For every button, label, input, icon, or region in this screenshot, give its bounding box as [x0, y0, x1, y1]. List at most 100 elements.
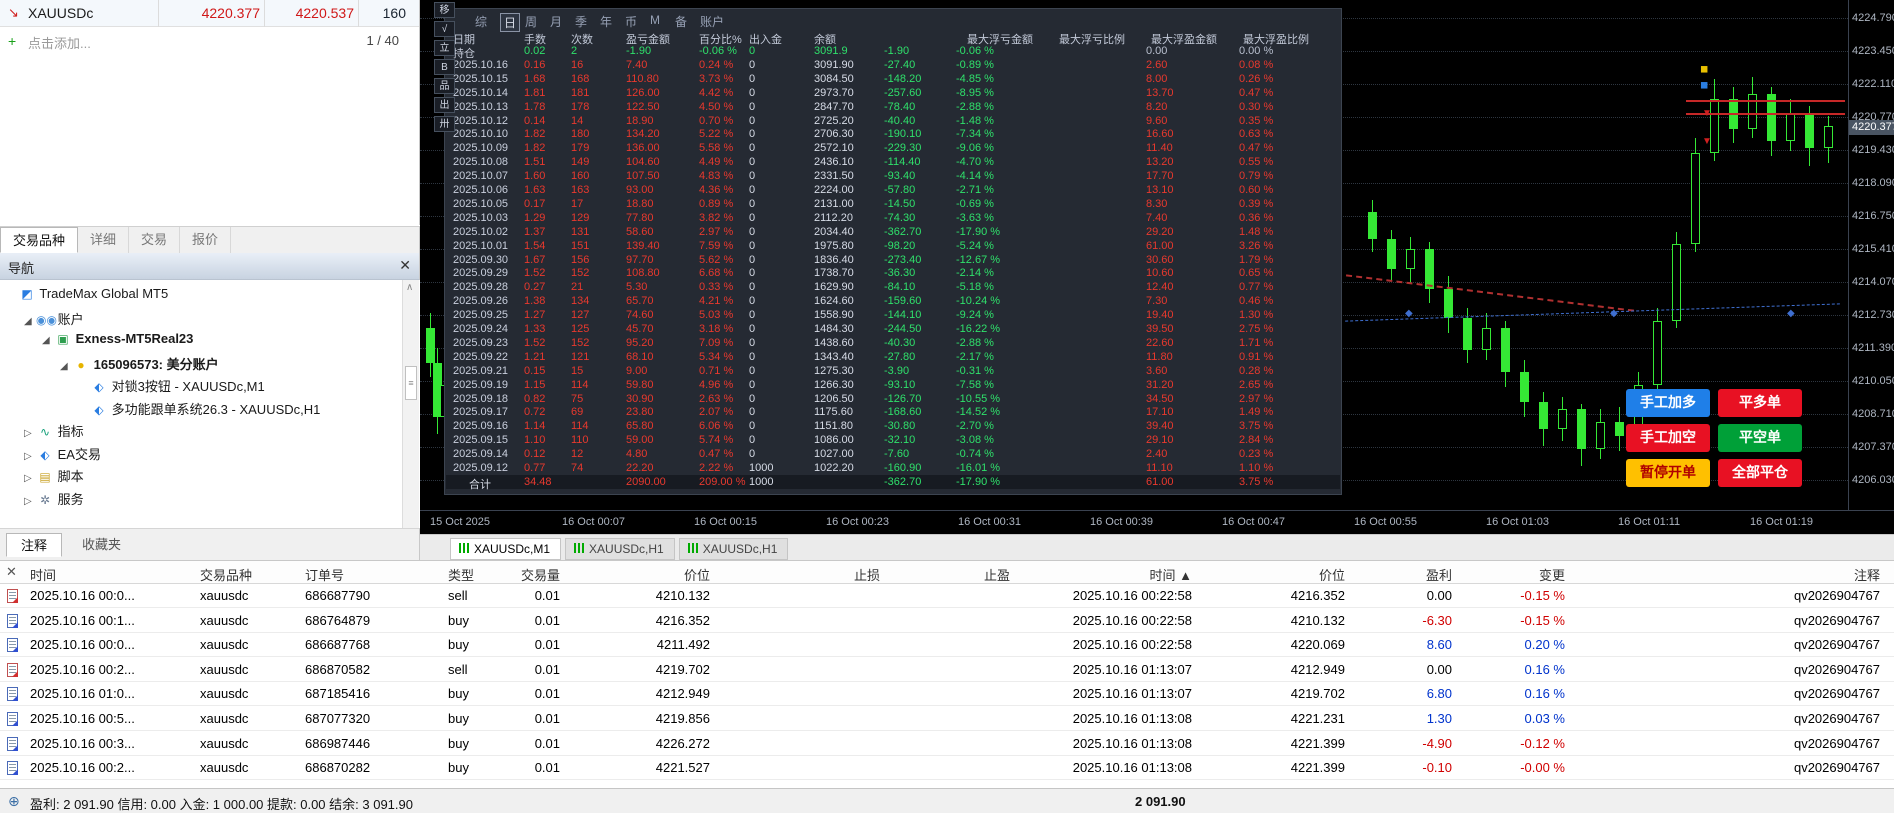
stats-cell: -32.10 [884, 434, 915, 446]
market-watch-row[interactable]: ↘ XAUUSDc 4220.377 4220.537 160 [0, 0, 419, 27]
nav-tab-交易[interactable]: 交易 [129, 227, 180, 253]
tree-expander-icon[interactable]: ▷ [24, 473, 36, 484]
trade-button-暂停开单[interactable]: 暂停开单 [1626, 459, 1710, 487]
navigator-scrollbar[interactable]: ∧ ≡ [402, 280, 419, 528]
order-row[interactable]: 2025.10.16 00:1...xauusdc686764879buy0.0… [0, 609, 1894, 633]
stats-cell: 1.54 [524, 240, 545, 252]
order-cell: 0.16 % [1395, 686, 1565, 701]
stats-cell: 2.60 [1146, 59, 1167, 71]
stats-tab-季[interactable]: 季 [575, 13, 587, 30]
tree-item[interactable]: ▷✲ 服务 [24, 489, 84, 511]
tree-item[interactable]: ▷▤ 脚本 [24, 466, 84, 488]
order-cell: qv2026904767 [1710, 613, 1880, 628]
trade-button-平空单[interactable]: 平空单 [1718, 424, 1802, 452]
chart-tool-button[interactable]: 卅 [434, 116, 455, 132]
close-icon[interactable]: ✕ [399, 257, 411, 274]
order-row[interactable]: 2025.10.16 01:0...xauusdc687185416buy0.0… [0, 682, 1894, 706]
trade-button-手工加多[interactable]: 手工加多 [1626, 389, 1710, 417]
tree-item[interactable]: ⬖ 对锁3按钮 - XAUUSDc,M1 [78, 376, 265, 398]
stats-cell: 0.70 % [699, 115, 733, 127]
tree-item[interactable]: ⬖ 多功能跟单系统26.3 - XAUUSDc,H1 [78, 399, 320, 421]
stats-tab-日[interactable]: 日 [500, 13, 520, 32]
orders-column-header[interactable]: 交易品种 [200, 565, 252, 584]
tree-item[interactable]: ◢● 165096573: 美分账户 [60, 354, 219, 376]
stats-cell: -0.89 % [956, 59, 994, 71]
service-icon: ✲ [36, 493, 54, 507]
orders-column-header[interactable]: 注释 [1720, 565, 1880, 584]
chart-area[interactable]: ◆◆◆◼◼▼▼ 综日周月季年币M备账户日期手数次数盈亏金额百分比%出入金余额最大… [420, 0, 1894, 560]
tree-expander-icon[interactable]: ▷ [24, 428, 36, 439]
order-cell: 2025.10.16 00:2... [30, 760, 135, 775]
stats-tab-年[interactable]: 年 [600, 13, 612, 30]
orders-column-header[interactable]: 时间 ▲ [1032, 565, 1192, 584]
tree-item[interactable]: ◩ TradeMax Global MT5 [6, 286, 168, 308]
chart-tool-button[interactable]: √ [434, 21, 455, 37]
bottom-tab-注释[interactable]: 注释 [6, 533, 62, 557]
stats-cell: 0 [749, 420, 755, 432]
stats-tab-备[interactable]: 备 [675, 13, 687, 30]
close-icon[interactable]: ✕ [6, 564, 17, 580]
scroll-thumb[interactable]: ≡ [405, 366, 417, 400]
tree-expander-icon[interactable]: ▷ [24, 451, 36, 462]
tree-item[interactable]: ◢▣ Exness-MT5Real23 [42, 331, 193, 353]
tree-expander-icon[interactable]: ◢ [42, 335, 54, 346]
scroll-up-icon[interactable]: ∧ [406, 282, 413, 293]
orders-column-header[interactable]: 止盈 [850, 565, 1010, 584]
stats-cell: 0.77 [524, 462, 545, 474]
order-row[interactable]: 2025.10.16 00:2...xauusdc686870582sell0.… [0, 658, 1894, 682]
stats-tab-账户[interactable]: 账户 [700, 13, 724, 30]
chart-tab-XAUUSDc,H1[interactable]: XAUUSDc,H1 [565, 538, 675, 560]
stats-tab-币[interactable]: 币 [625, 13, 637, 30]
tree-item[interactable]: ◢◉◉ 账户 [24, 309, 84, 331]
add-symbol-row[interactable]: 点击添加... [28, 33, 91, 52]
orders-column-header[interactable]: 交易量 [400, 565, 560, 584]
orders-column-header[interactable]: 订单号 [305, 565, 344, 584]
chart-tool-button[interactable]: 立 [434, 40, 455, 56]
order-sell-icon [7, 589, 18, 603]
price-axis-label: 4212.730 [1852, 309, 1894, 321]
order-cell: 686987446 [305, 736, 370, 751]
chart-tool-button[interactable]: 出 [434, 97, 455, 113]
orders-column-header[interactable]: 价位 [550, 565, 710, 584]
stats-cell: 1275.30 [814, 365, 854, 377]
order-row[interactable]: 2025.10.16 00:5...xauusdc687077320buy0.0… [0, 707, 1894, 731]
stats-tab-M[interactable]: M [650, 13, 660, 27]
nav-tab-详细[interactable]: 详细 [78, 227, 129, 253]
order-cell: 4212.949 [540, 686, 710, 701]
stats-cell: 1206.50 [814, 393, 854, 405]
add-symbol-icon[interactable]: + [8, 33, 16, 49]
nav-tab-报价[interactable]: 报价 [180, 227, 231, 253]
stats-tab-综[interactable]: 综 [475, 13, 487, 30]
resistance-line[interactable] [1686, 100, 1845, 102]
chart-tool-button[interactable]: 移 [434, 2, 455, 18]
tree-item[interactable]: ▷⬖ EA交易 [24, 444, 101, 466]
trade-button-全部平仓[interactable]: 全部平仓 [1718, 459, 1802, 487]
chart-tab-XAUUSDc,H1[interactable]: XAUUSDc,H1 [679, 538, 789, 560]
trade-button-手工加空[interactable]: 手工加空 [1626, 424, 1710, 452]
orders-column-header[interactable]: 变更 [1405, 565, 1565, 584]
tree-item[interactable]: ▷∿ 指标 [24, 421, 84, 443]
stats-tab-月[interactable]: 月 [550, 13, 562, 30]
price-axis: 4224.7904223.4504222.1104220.7704219.430… [1848, 0, 1894, 510]
chart-tab-XAUUSDc,M1[interactable]: XAUUSDc,M1 [450, 538, 561, 560]
nav-tab-交易品种[interactable]: 交易品种 [0, 227, 78, 253]
trade-button-平多单[interactable]: 平多单 [1718, 389, 1802, 417]
stats-cell: 2025.10.10 [453, 128, 508, 140]
order-row[interactable]: 2025.10.16 00:0...xauusdc686687790sell0.… [0, 584, 1894, 608]
stats-cell: 0.24 % [699, 59, 733, 71]
orders-column-header[interactable]: 时间 [30, 565, 56, 584]
stats-tab-周[interactable]: 周 [525, 13, 537, 30]
order-row[interactable]: 2025.10.16 00:2...xauusdc686870282buy0.0… [0, 756, 1894, 780]
bottom-tab-收藏夹[interactable]: 收藏夹 [68, 533, 135, 557]
trend-line[interactable] [1346, 274, 1634, 311]
tree-expander-icon[interactable]: ◢ [24, 316, 36, 327]
order-row[interactable]: 2025.10.16 00:0...xauusdc686687768buy0.0… [0, 633, 1894, 657]
order-row[interactable]: 2025.10.16 00:3...xauusdc686987446buy0.0… [0, 732, 1894, 756]
price-axis-label: 4224.790 [1852, 12, 1894, 24]
stats-cell: 0.79 % [1239, 170, 1273, 182]
tree-expander-icon[interactable]: ▷ [24, 496, 36, 507]
chart-tool-button[interactable]: B [434, 59, 455, 75]
tree-expander-icon[interactable]: ◢ [60, 361, 72, 372]
chart-tool-button[interactable]: 品 [434, 78, 455, 94]
order-cell: 2025.10.16 01:13:07 [1022, 686, 1192, 701]
